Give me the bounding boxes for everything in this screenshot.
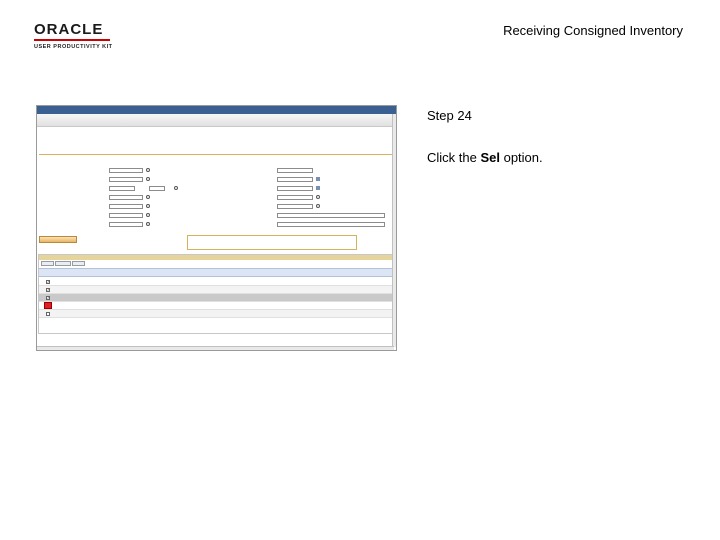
lookup-icon[interactable] — [146, 204, 150, 208]
lookup-icon[interactable] — [146, 222, 150, 226]
breadcrumb-bar — [37, 106, 396, 114]
schedule-from-field[interactable] — [109, 186, 135, 191]
end-date-field[interactable] — [277, 186, 313, 191]
grid-header-row — [39, 268, 393, 277]
instruction-suffix: option. — [499, 150, 543, 165]
app-header — [37, 114, 396, 127]
row-checkbox[interactable]: ✓ — [46, 288, 50, 292]
search-button[interactable] — [39, 236, 77, 243]
table-row[interactable]: ✓ — [39, 278, 393, 286]
supplier-name-field[interactable] — [277, 195, 313, 200]
receive-qty-options — [187, 235, 357, 250]
supplier-id-field[interactable] — [277, 204, 313, 209]
grid-tab[interactable] — [41, 261, 55, 266]
row-checkbox[interactable]: ✓ — [46, 280, 50, 284]
lookup-icon[interactable] — [146, 213, 150, 217]
logo-subtitle: USER PRODUCTIVITY KIT — [34, 44, 113, 50]
logo-wordmark: ORACLE — [34, 21, 104, 38]
row-checkbox[interactable]: ✓ — [46, 296, 50, 300]
grid-tabs[interactable] — [41, 261, 86, 266]
document-title: Receiving Consigned Inventory — [503, 23, 683, 38]
application-screenshot: ✓ ✓ ✓ — [36, 105, 397, 351]
grid-title — [39, 255, 393, 260]
lookup-icon[interactable] — [146, 168, 150, 172]
row-checkbox[interactable] — [46, 312, 50, 316]
table-row[interactable] — [39, 302, 393, 310]
lookup-icon[interactable] — [174, 186, 178, 190]
lookup-icon[interactable] — [146, 195, 150, 199]
days-field[interactable] — [277, 168, 313, 173]
horizontal-scrollbar[interactable] — [37, 346, 394, 350]
ship-to-field[interactable] — [109, 213, 143, 218]
oracle-upk-logo: ORACLE USER PRODUCTIVITY KIT — [34, 22, 124, 50]
calendar-icon[interactable] — [316, 186, 320, 190]
item-id-field[interactable] — [109, 204, 143, 209]
ship-via-field[interactable] — [109, 222, 143, 227]
calendar-icon[interactable] — [316, 177, 320, 181]
manufacturer-item-id-field[interactable] — [277, 222, 385, 227]
retrieved-rows-grid: ✓ ✓ ✓ — [38, 254, 394, 334]
lookup-icon[interactable] — [146, 177, 150, 181]
release-field[interactable] — [109, 195, 143, 200]
po-unit-field[interactable] — [109, 168, 143, 173]
step-title: Step 24 — [427, 108, 472, 123]
user-product-id-field[interactable] — [277, 213, 385, 218]
logo-rule — [34, 39, 110, 41]
instruction-prefix: Click the — [427, 150, 481, 165]
sel-checkbox-highlight[interactable] — [44, 302, 52, 309]
vertical-scrollbar[interactable] — [392, 114, 396, 347]
grid-tab[interactable] — [55, 261, 72, 266]
lookup-icon[interactable] — [316, 204, 320, 208]
grid-tab[interactable] — [72, 261, 85, 266]
instruction-target: Sel — [480, 150, 500, 165]
lookup-icon[interactable] — [316, 195, 320, 199]
table-row[interactable]: ✓ — [39, 286, 393, 294]
start-date-field[interactable] — [277, 177, 313, 182]
criteria-section — [39, 149, 394, 155]
table-row[interactable] — [39, 310, 393, 318]
step-instruction: Click the Sel option. — [427, 150, 543, 165]
table-row[interactable]: ✓ — [39, 294, 393, 302]
schedule-to-field[interactable] — [149, 186, 165, 191]
po-id-field[interactable] — [109, 177, 143, 182]
